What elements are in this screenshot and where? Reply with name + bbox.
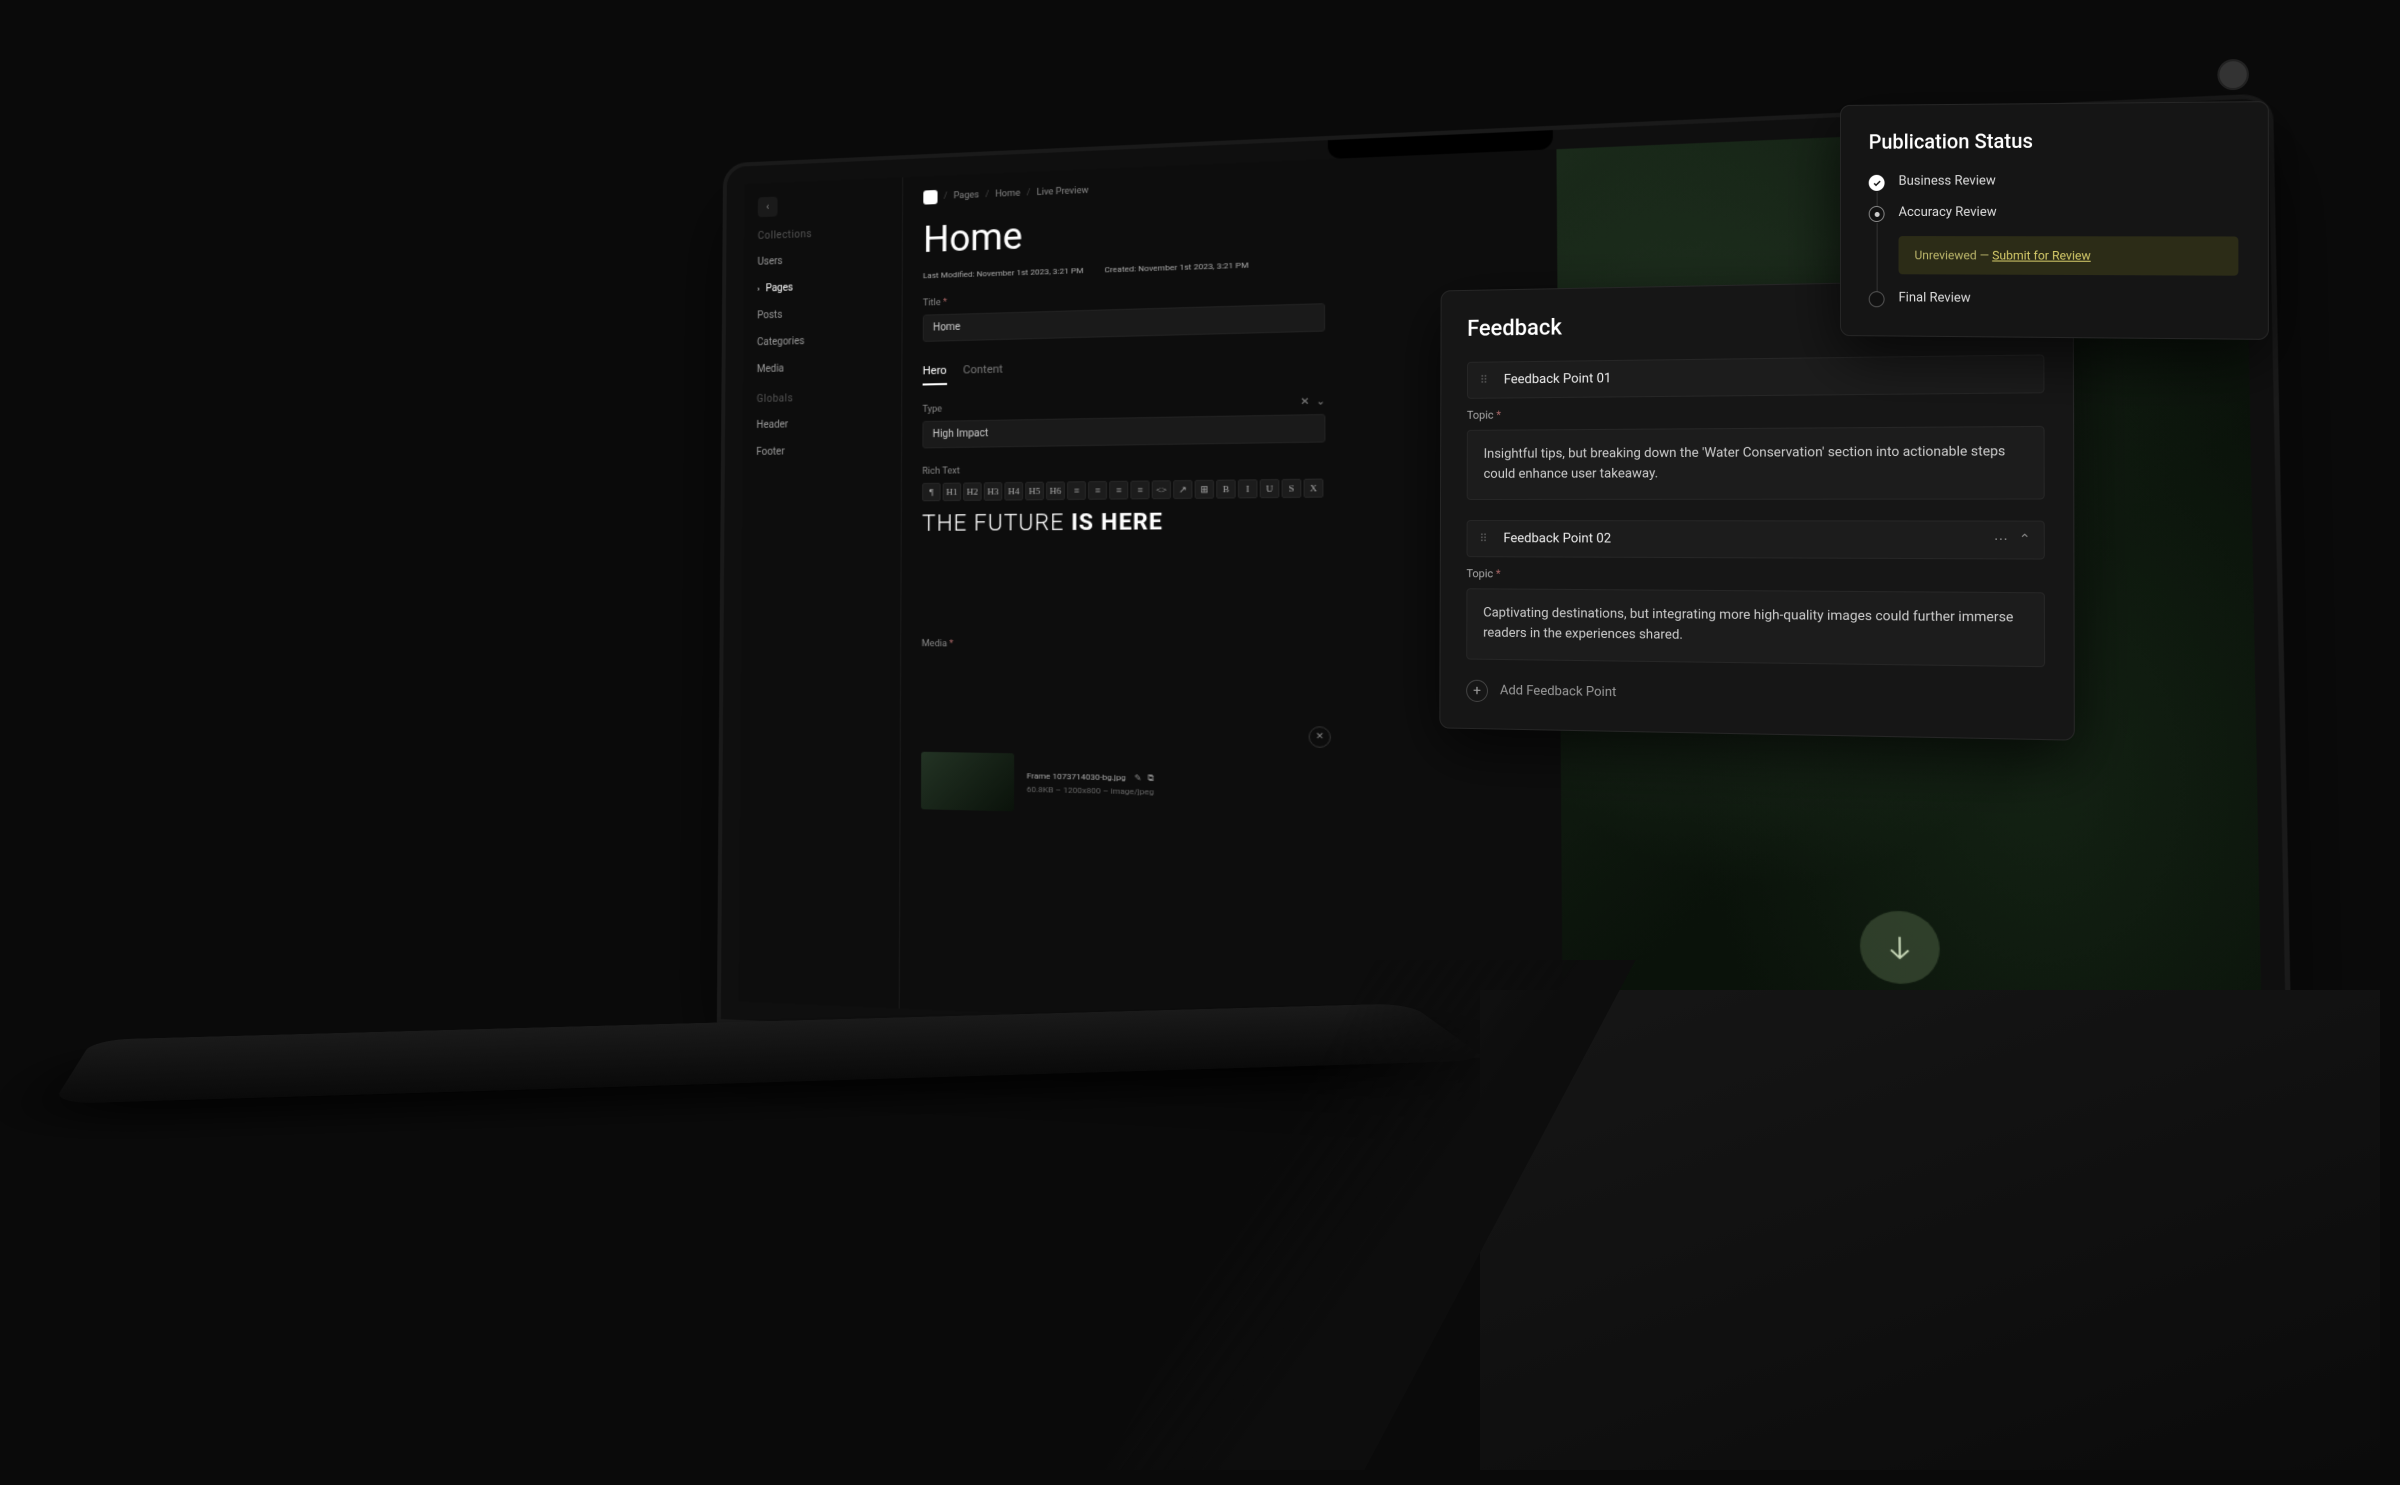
feedback-topic-text-2[interactable]: Captivating destinations, but integratin… [1466, 589, 2045, 667]
media-edit-icon[interactable]: ✎ [1134, 773, 1141, 783]
last-modified-value: November 1st 2023, 3:21 PM [977, 266, 1084, 279]
feedback-topic-label: Topic * [1467, 404, 2045, 422]
sidebar-item-footer[interactable]: Footer [742, 440, 901, 463]
tab-hero[interactable]: Hero [923, 364, 947, 386]
toolbar-clear[interactable]: X [1304, 479, 1324, 498]
plus-icon: + [1466, 679, 1488, 701]
media-filename: Frame 1073714030-bg.jpg [1027, 771, 1126, 782]
toolbar-ul[interactable]: ≡ [1109, 481, 1128, 500]
type-select[interactable]: High Impact [922, 414, 1325, 448]
feedback-topic-label: Topic * [1466, 567, 2044, 584]
collapse-icon[interactable]: ⌃ [2019, 532, 2031, 548]
breadcrumb-live-preview[interactable]: Live Preview [1037, 186, 1089, 198]
sidebar: ‹ Collections Users ›Pages Posts Categor… [739, 177, 903, 1008]
drag-handle-icon[interactable]: ⠿ [1480, 374, 1490, 387]
pedestal-prop [1480, 990, 2380, 1470]
publication-status-title: Publication Status [1869, 127, 2239, 154]
feedback-point-2-header[interactable]: ⠿ Feedback Point 02 ⋯ ⌃ [1467, 520, 2045, 560]
sidebar-item-categories[interactable]: Categories [743, 328, 901, 353]
feedback-point-1-header[interactable]: ⠿ Feedback Point 01 [1467, 354, 2045, 398]
publication-status-panel: Publication Status Business Review Accur… [1840, 101, 2269, 340]
title-input[interactable]: Home [923, 303, 1325, 342]
more-icon[interactable]: ⋯ [1994, 532, 2008, 548]
media-meta: 60.8KB – 1200x800 – image/jpeg [1027, 785, 1154, 797]
circle-icon [1869, 291, 1885, 307]
media-row: ✕ Frame 1073714030-bg.jpg ✎ ⧉ 60.8KB – 1… [921, 752, 1327, 819]
toolbar-h3[interactable]: H3 [984, 482, 1003, 501]
toolbar-align-left[interactable]: ≡ [1067, 481, 1086, 500]
sidebar-section-collections: Collections [744, 218, 902, 247]
toolbar-h5[interactable]: H5 [1025, 482, 1044, 501]
feedback-panel: Feedback ⠿ Feedback Point 01 Topic * Ins… [1439, 278, 2075, 740]
breadcrumb-pages[interactable]: Pages [954, 190, 980, 201]
toolbar-ol[interactable]: ≡ [1130, 480, 1149, 499]
sidebar-item-posts[interactable]: Posts [743, 301, 901, 327]
feedback-point-2: ⠿ Feedback Point 02 ⋯ ⌃ Topic * Captivat… [1466, 520, 2045, 666]
toolbar-h1[interactable]: H1 [943, 483, 962, 502]
arrow-down-icon [1882, 931, 1917, 964]
tab-content[interactable]: Content [963, 362, 1003, 384]
drag-handle-icon[interactable]: ⠿ [1479, 532, 1489, 545]
toolbar-h4[interactable]: H4 [1004, 482, 1023, 501]
type-field-label: Type [922, 404, 942, 415]
type-clear-icon[interactable]: ✕ [1300, 396, 1309, 408]
submit-for-review-link[interactable]: Submit for Review [1992, 248, 2091, 262]
feedback-topic-text-1[interactable]: Insightful tips, but breaking down the '… [1467, 426, 2045, 500]
check-icon [1869, 175, 1885, 191]
breadcrumb-home[interactable]: Home [995, 189, 1020, 200]
toolbar-underline[interactable]: U [1260, 479, 1280, 498]
step-business-review: Business Review [1869, 173, 2239, 191]
media-clear-button[interactable]: ✕ [1309, 726, 1331, 748]
sidebar-item-pages[interactable]: ›Pages [744, 274, 902, 300]
toolbar-italic[interactable]: I [1238, 479, 1258, 498]
sidebar-item-media[interactable]: Media [743, 356, 901, 381]
user-avatar[interactable] [2217, 59, 2249, 90]
sidebar-collapse-button[interactable]: ‹ [758, 197, 778, 218]
toolbar-upload[interactable]: ⊞ [1195, 480, 1214, 499]
step-accuracy-review: Accuracy Review [1869, 205, 2239, 223]
toolbar-code[interactable]: <> [1152, 480, 1171, 499]
media-thumbnail[interactable] [921, 752, 1014, 812]
submit-callout: Unreviewed — Submit for Review [1899, 236, 2239, 276]
toolbar-h2[interactable]: H2 [963, 482, 982, 501]
media-fileinfo: Frame 1073714030-bg.jpg ✎ ⧉ 60.8KB – 120… [1027, 771, 1154, 797]
add-feedback-button[interactable]: + Add Feedback Point [1466, 679, 2045, 711]
toolbar-paragraph[interactable]: ¶ [922, 483, 940, 502]
toolbar-align-center[interactable]: ≡ [1088, 481, 1107, 500]
feedback-point-1: ⠿ Feedback Point 01 Topic * Insightful t… [1467, 354, 2045, 500]
sidebar-item-header[interactable]: Header [743, 412, 902, 436]
toolbar-bold[interactable]: B [1216, 480, 1236, 499]
step-final-review: Final Review [1869, 290, 2239, 310]
toolbar-link[interactable]: ↗ [1173, 480, 1192, 499]
toolbar-h6[interactable]: H6 [1046, 481, 1065, 500]
dot-icon [1869, 206, 1885, 222]
sidebar-item-users[interactable]: Users [744, 247, 902, 273]
logo-icon[interactable] [923, 190, 937, 205]
toolbar-strike[interactable]: S [1282, 479, 1302, 498]
media-copy-icon[interactable]: ⧉ [1148, 773, 1154, 783]
sidebar-section-globals: Globals [743, 383, 901, 409]
chevron-right-icon: › [757, 285, 759, 294]
created-value: November 1st 2023, 3:21 PM [1138, 260, 1248, 273]
type-caret-icon[interactable]: ⌄ [1316, 396, 1325, 408]
